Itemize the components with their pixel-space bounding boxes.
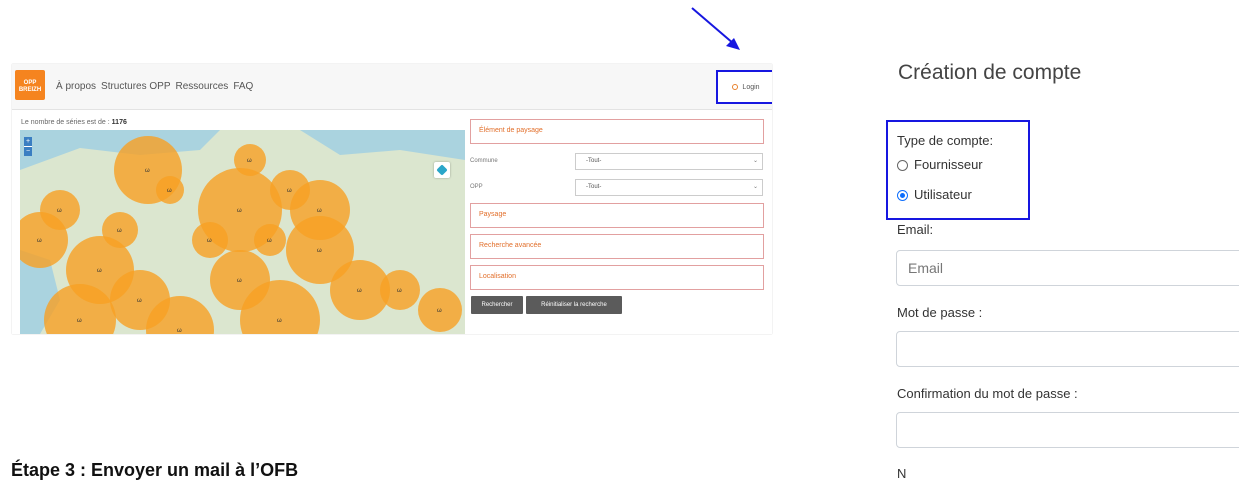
email-label: Email: xyxy=(897,222,934,237)
email-field[interactable]: Email xyxy=(896,250,1239,286)
marker-label: ω xyxy=(437,308,442,314)
confirm-password-field[interactable] xyxy=(896,412,1239,448)
marker-label: ω xyxy=(145,168,150,174)
navbar: OPP BREIZH À propos Structures OPP Resso… xyxy=(12,64,772,110)
opp-select[interactable]: -Tout- ⌄ xyxy=(575,179,763,196)
map[interactable]: ω ω ω ω ω ω ω ω ω ω ω ω ω ω ω ω ω ω ω ω ω xyxy=(20,130,465,334)
marker-label: ω xyxy=(167,188,172,194)
zoom-out-button[interactable]: − xyxy=(24,146,32,156)
opp-label: OPP xyxy=(470,184,483,190)
nav-links: À propos Structures OPP Ressources FAQ xyxy=(56,81,253,92)
marker-label: ω xyxy=(57,208,62,214)
login-button[interactable]: Login xyxy=(716,70,772,104)
nav-link-structures[interactable]: Structures OPP xyxy=(101,81,170,92)
password-label: Mot de passe : xyxy=(897,305,983,320)
opp-logo[interactable]: OPP BREIZH xyxy=(15,70,45,100)
marker-label: ω xyxy=(247,158,252,164)
marker-label: ω xyxy=(177,328,182,334)
commune-select[interactable]: -Tout- ⌄ xyxy=(575,153,763,170)
marker-label: ω xyxy=(117,228,122,234)
radio-fournisseur[interactable] xyxy=(897,160,908,171)
fournisseur-label[interactable]: Fournisseur xyxy=(914,157,983,172)
utilisateur-label[interactable]: Utilisateur xyxy=(914,187,972,202)
confirm-password-label: Confirmation du mot de passe : xyxy=(897,386,1078,401)
localisation-field[interactable]: Localisation xyxy=(470,265,764,290)
marker-label: ω xyxy=(207,238,212,244)
user-icon xyxy=(732,84,739,90)
marker-label: ω xyxy=(137,298,142,304)
element-paysage-field[interactable]: Élément de paysage xyxy=(470,119,764,144)
marker-label: ω xyxy=(287,188,292,194)
map-canvas: ω ω ω ω ω ω ω ω ω ω ω ω ω ω ω ω ω ω ω ω ω xyxy=(20,130,465,334)
marker-label: ω xyxy=(37,238,42,244)
arrow-icon xyxy=(691,7,740,50)
nav-link-ressources[interactable]: Ressources xyxy=(176,81,229,92)
paysage-field[interactable]: Paysage xyxy=(470,203,764,228)
nav-link-faq[interactable]: FAQ xyxy=(233,81,253,92)
step-heading: Étape 3 : Envoyer un mail à l’OFB xyxy=(11,460,299,480)
series-count: Le nombre de séries est de : 1176 xyxy=(21,119,127,126)
zoom-control: + − xyxy=(24,137,32,156)
chevron-down-icon: ⌄ xyxy=(752,158,758,164)
marker-label: ω xyxy=(317,248,322,254)
reset-button[interactable]: Réinitialiser la recherche xyxy=(526,296,622,314)
chevron-down-icon: ⌄ xyxy=(752,184,758,190)
marker-label: ω xyxy=(237,208,242,214)
marker-label: ω xyxy=(267,238,272,244)
layers-icon xyxy=(436,164,448,176)
marker-label: ω xyxy=(317,208,322,214)
radio-utilisateur[interactable] xyxy=(897,190,908,201)
layers-button[interactable] xyxy=(434,162,450,178)
nav-link-a-propos[interactable]: À propos xyxy=(56,81,96,92)
search-button[interactable]: Rechercher xyxy=(471,296,523,314)
marker-label: ω xyxy=(277,318,282,324)
commune-label: Commune xyxy=(470,158,498,164)
site-screenshot: OPP BREIZH À propos Structures OPP Resso… xyxy=(12,64,772,334)
recherche-avancee-field[interactable]: Recherche avancée xyxy=(470,234,764,259)
marker-label: ω xyxy=(77,318,82,324)
zoom-in-button[interactable]: + xyxy=(24,137,32,146)
marker-label: ω xyxy=(97,268,102,274)
form-title: Création de compte xyxy=(898,61,1082,84)
marker-label: ω xyxy=(237,278,242,284)
account-type-label: Type de compte: xyxy=(897,133,994,148)
login-label: Login xyxy=(742,83,760,91)
marker-label: ω xyxy=(357,288,362,294)
password-field[interactable] xyxy=(896,331,1239,367)
marker-label: ω xyxy=(397,288,402,294)
